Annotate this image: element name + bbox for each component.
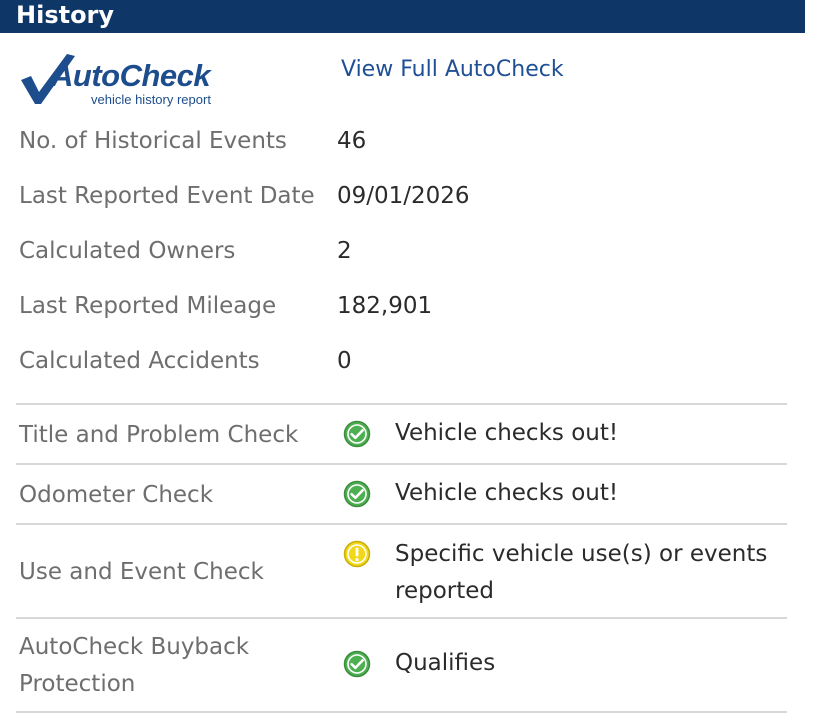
label-calculated-owners: Calculated Owners: [19, 238, 236, 264]
label-title-problem-check: Title and Problem Check: [19, 422, 299, 448]
value-last-event-date: 09/01/2026: [337, 183, 470, 209]
warning-circle-icon: [343, 540, 371, 568]
autocheck-logo: AutoCheck vehicle history report: [19, 52, 244, 110]
status-text-buyback: Qualifies: [395, 650, 496, 676]
history-panel: History AutoCheck vehicle history report…: [0, 0, 818, 720]
logo-wordmark: AutoCheck: [51, 58, 211, 93]
label-last-mileage: Last Reported Mileage: [19, 293, 277, 319]
logo-tagline: vehicle history report: [91, 92, 211, 107]
value-calculated-accidents: 0: [337, 348, 352, 374]
divider: [16, 523, 787, 525]
label-historical-events: No. of Historical Events: [19, 128, 287, 154]
value-historical-events: 46: [337, 128, 367, 154]
check-circle-icon: [343, 420, 371, 448]
value-last-mileage: 182,901: [337, 293, 433, 319]
label-buyback-protection: AutoCheck Buyback Protection: [19, 634, 250, 697]
check-circle-icon: [343, 650, 371, 678]
divider: [16, 711, 787, 713]
value-calculated-owners: 2: [337, 238, 352, 264]
status-text-odometer: Vehicle checks out!: [395, 480, 619, 506]
label-calculated-accidents: Calculated Accidents: [19, 348, 260, 374]
label-use-event-check: Use and Event Check: [19, 559, 264, 585]
divider: [16, 403, 787, 405]
status-text-use-event: Specific vehicle use(s) or events report…: [395, 541, 768, 604]
status-text-title-problem: Vehicle checks out!: [395, 420, 619, 446]
header-bar: [0, 0, 805, 33]
check-circle-icon: [343, 480, 371, 508]
view-full-autocheck-link[interactable]: View Full AutoCheck: [341, 56, 564, 84]
section-title: History: [16, 1, 115, 29]
divider: [16, 463, 787, 465]
label-last-event-date: Last Reported Event Date: [19, 183, 315, 209]
divider: [16, 617, 787, 619]
label-odometer-check: Odometer Check: [19, 482, 214, 508]
